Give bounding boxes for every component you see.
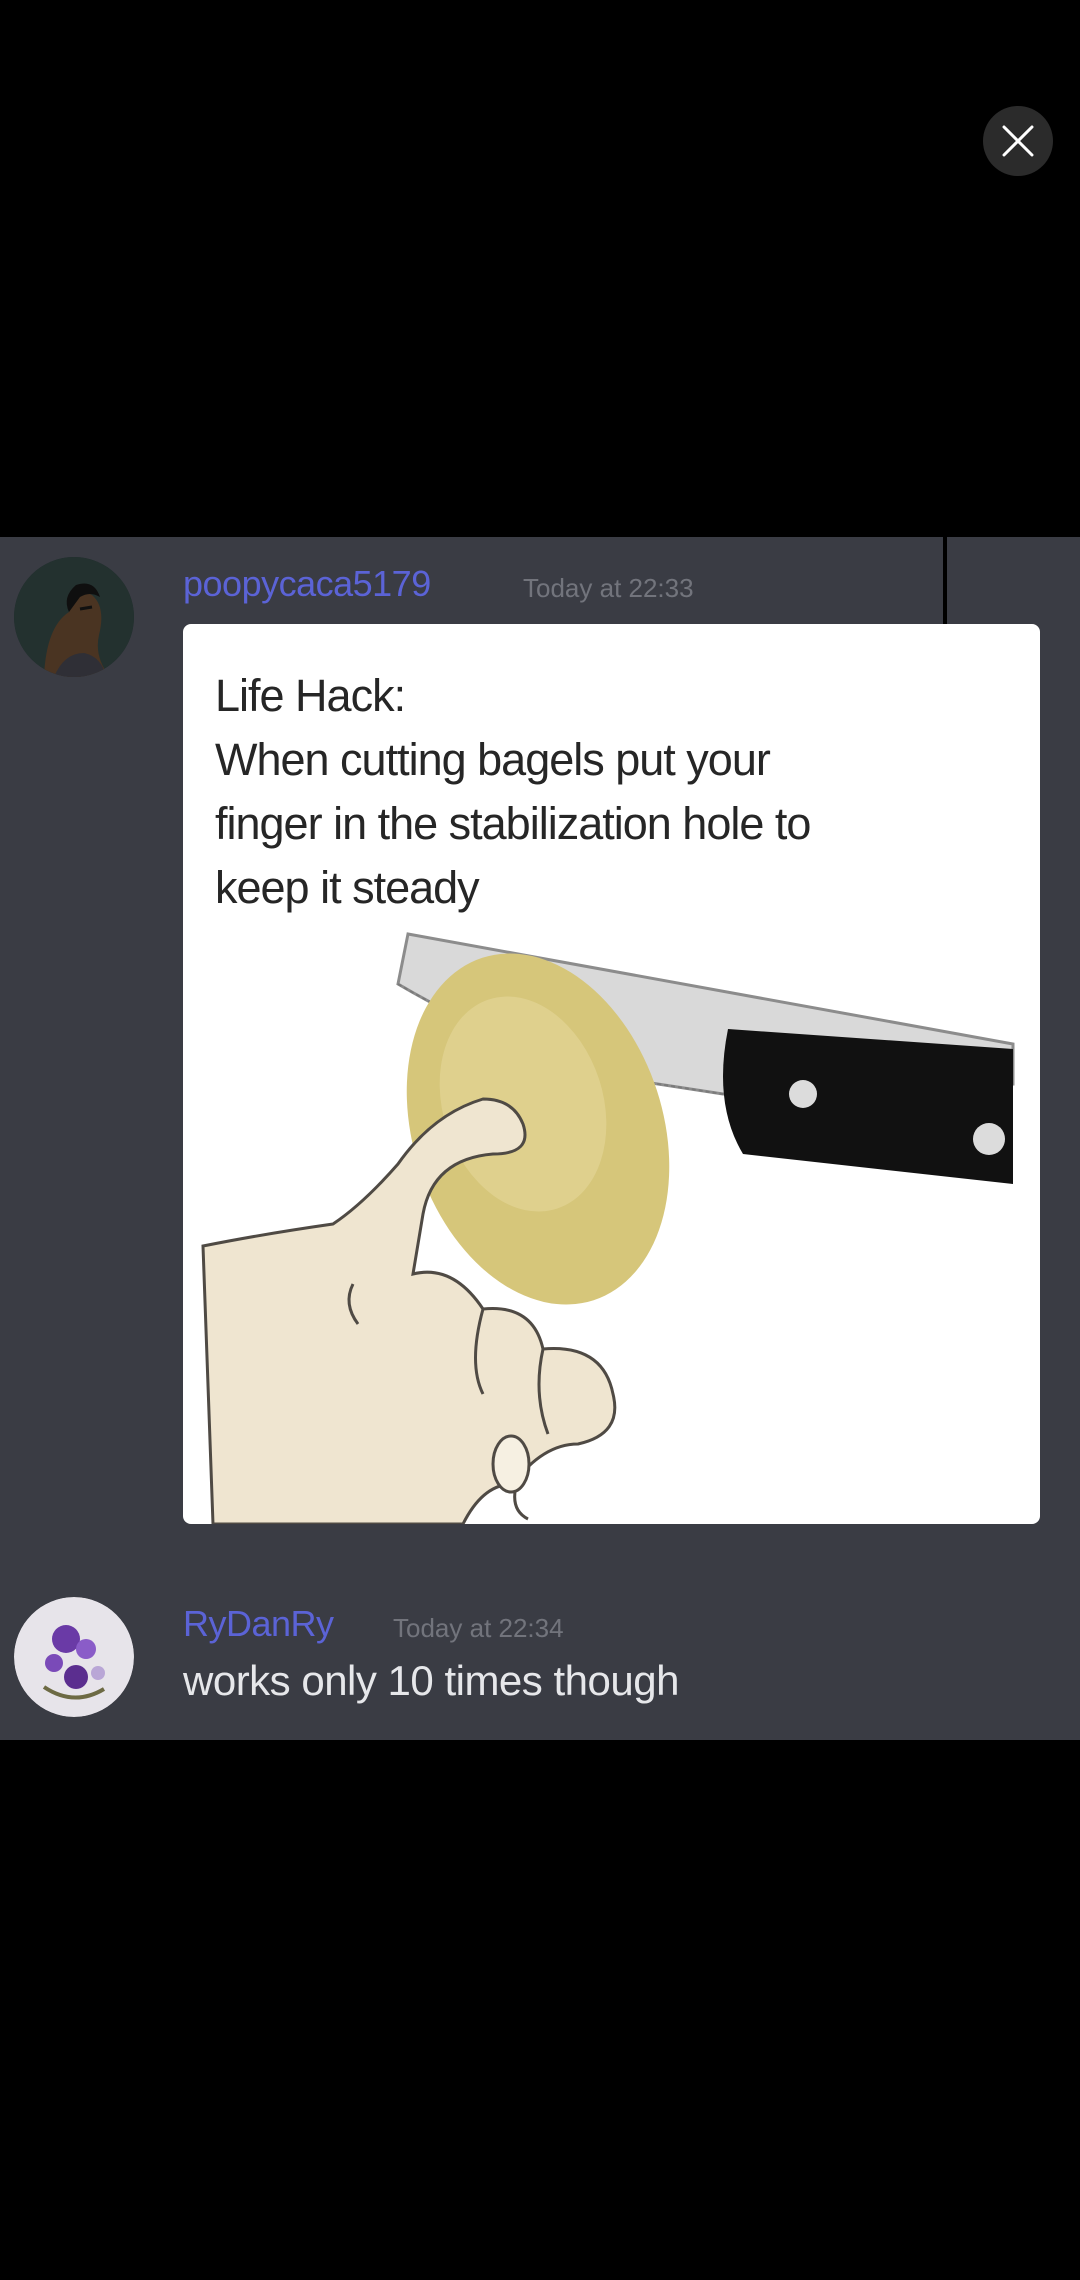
message-timestamp: Today at 22:33 [523, 573, 694, 603]
embed-text: Life Hack: When cutting bagels put your … [215, 664, 1015, 920]
embed-line: Life Hack: [215, 670, 406, 721]
image-viewer: poopycaca5179 Today at 22:33 Life Hack: … [0, 0, 1080, 2280]
close-button[interactable] [983, 106, 1053, 176]
avatar-bust-icon [14, 557, 134, 677]
text-cursor [943, 537, 947, 630]
embed-line: keep it steady [215, 862, 480, 913]
bagel-knife-illustration [201, 932, 1015, 1524]
message-embed: Life Hack: When cutting bagels put your … [183, 624, 1040, 1524]
message-timestamp: Today at 22:34 [393, 1613, 564, 1643]
embed-line: finger in the stabilization hole to [215, 798, 811, 849]
message-username[interactable]: RyDanRy [183, 1603, 334, 1645]
message-username[interactable]: poopycaca5179 [183, 563, 431, 605]
embed-line: When cutting bagels put your [215, 734, 771, 785]
shared-image[interactable]: poopycaca5179 Today at 22:33 Life Hack: … [0, 537, 1080, 1740]
avatar-flowers-icon [14, 1597, 134, 1717]
close-icon [1002, 125, 1034, 157]
message-text: works only 10 times though [183, 1657, 679, 1704]
